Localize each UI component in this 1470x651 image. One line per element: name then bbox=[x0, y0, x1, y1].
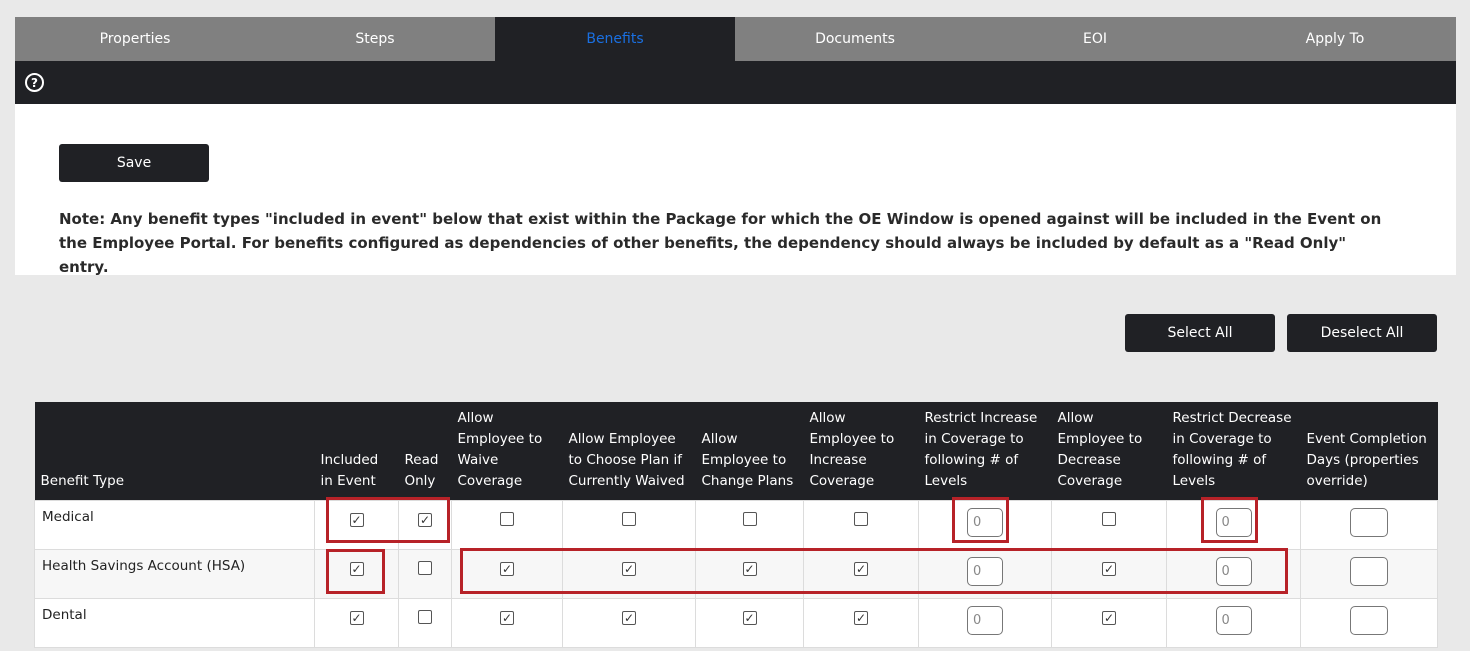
header-completion-days: Event Completion Days (properties overri… bbox=[1300, 402, 1438, 500]
decrease-checkbox[interactable]: ✓ bbox=[1102, 610, 1116, 625]
completion-days-cell bbox=[1300, 597, 1438, 648]
choose-if-waived-checkbox[interactable] bbox=[622, 511, 636, 526]
increase-checkbox[interactable]: ✓ bbox=[854, 561, 868, 576]
change-plans-checkbox[interactable]: ✓ bbox=[742, 561, 757, 576]
restrict-increase-input[interactable]: 0 bbox=[967, 507, 1003, 537]
restrict-decrease-cell: 0 bbox=[1166, 548, 1301, 599]
increase-cell bbox=[803, 499, 919, 550]
help-bar: ? bbox=[15, 61, 1456, 104]
choose-if-waived-cell: ✓ bbox=[562, 597, 696, 648]
increase-cell: ✓ bbox=[803, 597, 919, 648]
restrict-increase-input[interactable]: 0 bbox=[967, 556, 1003, 586]
restrict-decrease-input[interactable]: 0 bbox=[1215, 605, 1252, 635]
choose-if-waived-cell bbox=[562, 499, 696, 550]
deselect-all-button[interactable]: Deselect All bbox=[1287, 314, 1437, 352]
restrict-decrease-cell: 0 bbox=[1166, 597, 1301, 648]
benefit-type-cell: Health Savings Account (HSA) bbox=[34, 548, 315, 599]
benefit-type-cell: Medical bbox=[34, 499, 315, 550]
decrease-cell: ✓ bbox=[1051, 548, 1167, 599]
waive-checkbox[interactable]: ✓ bbox=[500, 610, 514, 625]
restrict-increase-input[interactable]: 0 bbox=[967, 605, 1003, 635]
change-plans-checkbox[interactable]: ✓ bbox=[742, 610, 757, 625]
decrease-checkbox[interactable] bbox=[1102, 511, 1116, 526]
waive-checkbox[interactable]: ✓ bbox=[500, 561, 514, 576]
read-only-cell bbox=[398, 597, 452, 648]
tab-properties[interactable]: Properties bbox=[15, 17, 255, 61]
header-allow-increase: Allow Employee to Increase Coverage bbox=[803, 402, 919, 500]
increase-checkbox[interactable] bbox=[854, 511, 868, 526]
included-checkbox[interactable]: ✓ bbox=[349, 610, 364, 625]
included-cell: ✓ bbox=[314, 548, 399, 599]
waive-checkbox[interactable] bbox=[500, 511, 514, 526]
completion-days-input[interactable] bbox=[1350, 556, 1388, 586]
restrict-increase-cell: 0 bbox=[918, 548, 1052, 599]
increase-cell: ✓ bbox=[803, 548, 919, 599]
waive-cell: ✓ bbox=[451, 597, 563, 648]
tab-apply-to[interactable]: Apply To bbox=[1215, 17, 1455, 61]
note-text: Note: Any benefit types "included in eve… bbox=[59, 210, 1382, 276]
read-only-cell bbox=[398, 548, 452, 599]
completion-days-cell bbox=[1300, 499, 1438, 550]
read-only-cell: ✓ bbox=[398, 499, 452, 550]
table-row: Medical ✓ ✓ 0 0 bbox=[34, 499, 1438, 550]
header-allow-waive: Allow Employee to Waive Coverage bbox=[451, 402, 563, 500]
choose-if-waived-checkbox[interactable]: ✓ bbox=[622, 610, 636, 625]
question-circle-icon[interactable]: ? bbox=[25, 73, 44, 92]
read-only-checkbox[interactable] bbox=[418, 609, 432, 624]
completion-days-input[interactable] bbox=[1350, 605, 1388, 635]
save-button[interactable]: Save bbox=[59, 144, 209, 182]
select-all-button[interactable]: Select All bbox=[1125, 314, 1275, 352]
decrease-cell: ✓ bbox=[1051, 597, 1167, 648]
benefits-table: Benefit Type Included in Event Read Only… bbox=[34, 402, 1438, 648]
restrict-decrease-cell: 0 bbox=[1166, 499, 1301, 550]
header-restrict-increase: Restrict Increase in Coverage to followi… bbox=[918, 402, 1052, 500]
tab-benefits[interactable]: Benefits bbox=[495, 17, 735, 61]
waive-cell bbox=[451, 499, 563, 550]
restrict-decrease-input[interactable]: 0 bbox=[1215, 556, 1252, 586]
table-row: Dental ✓ ✓ ✓ ✓ ✓ 0 ✓ 0 bbox=[34, 597, 1438, 648]
included-checkbox[interactable]: ✓ bbox=[349, 512, 364, 527]
tab-bar: Properties Steps Benefits Documents EOI … bbox=[15, 17, 1456, 61]
restrict-increase-cell: 0 bbox=[918, 499, 1052, 550]
included-checkbox[interactable]: ✓ bbox=[349, 561, 364, 576]
benefit-type-cell: Dental bbox=[34, 597, 315, 648]
tab-documents[interactable]: Documents bbox=[735, 17, 975, 61]
restrict-decrease-input[interactable]: 0 bbox=[1215, 507, 1252, 537]
completion-days-cell bbox=[1300, 548, 1438, 599]
benefits-panel: Save Note: Any benefit types "included i… bbox=[15, 104, 1456, 276]
header-read-only: Read Only bbox=[398, 402, 452, 500]
change-plans-cell: ✓ bbox=[695, 548, 804, 599]
decrease-checkbox[interactable]: ✓ bbox=[1102, 561, 1116, 576]
choose-if-waived-cell: ✓ bbox=[562, 548, 696, 599]
table-header-row: Benefit Type Included in Event Read Only… bbox=[34, 402, 1438, 500]
waive-cell: ✓ bbox=[451, 548, 563, 599]
header-restrict-decrease: Restrict Decrease in Coverage to followi… bbox=[1166, 402, 1301, 500]
header-allow-choose-if-waived: Allow Employee to Choose Plan if Current… bbox=[562, 402, 696, 500]
header-included-in-event: Included in Event bbox=[314, 402, 399, 500]
decrease-cell bbox=[1051, 499, 1167, 550]
change-plans-checkbox[interactable] bbox=[742, 511, 757, 526]
tab-eoi[interactable]: EOI bbox=[975, 17, 1215, 61]
read-only-checkbox[interactable] bbox=[418, 560, 432, 575]
choose-if-waived-checkbox[interactable]: ✓ bbox=[622, 561, 636, 576]
header-benefit-type: Benefit Type bbox=[34, 402, 315, 500]
change-plans-cell: ✓ bbox=[695, 597, 804, 648]
included-cell: ✓ bbox=[314, 499, 399, 550]
restrict-increase-cell: 0 bbox=[918, 597, 1052, 648]
increase-checkbox[interactable]: ✓ bbox=[854, 610, 868, 625]
read-only-checkbox[interactable]: ✓ bbox=[418, 512, 432, 527]
header-allow-change-plans: Allow Employee to Change Plans bbox=[695, 402, 804, 500]
table-row: Health Savings Account (HSA) ✓ ✓ ✓ ✓ ✓ 0 ✓ 0 bbox=[34, 548, 1438, 599]
change-plans-cell bbox=[695, 499, 804, 550]
tab-steps[interactable]: Steps bbox=[255, 17, 495, 61]
completion-days-input[interactable] bbox=[1350, 507, 1388, 537]
header-allow-decrease: Allow Employee to Decrease Coverage bbox=[1051, 402, 1167, 500]
included-cell: ✓ bbox=[314, 597, 399, 648]
